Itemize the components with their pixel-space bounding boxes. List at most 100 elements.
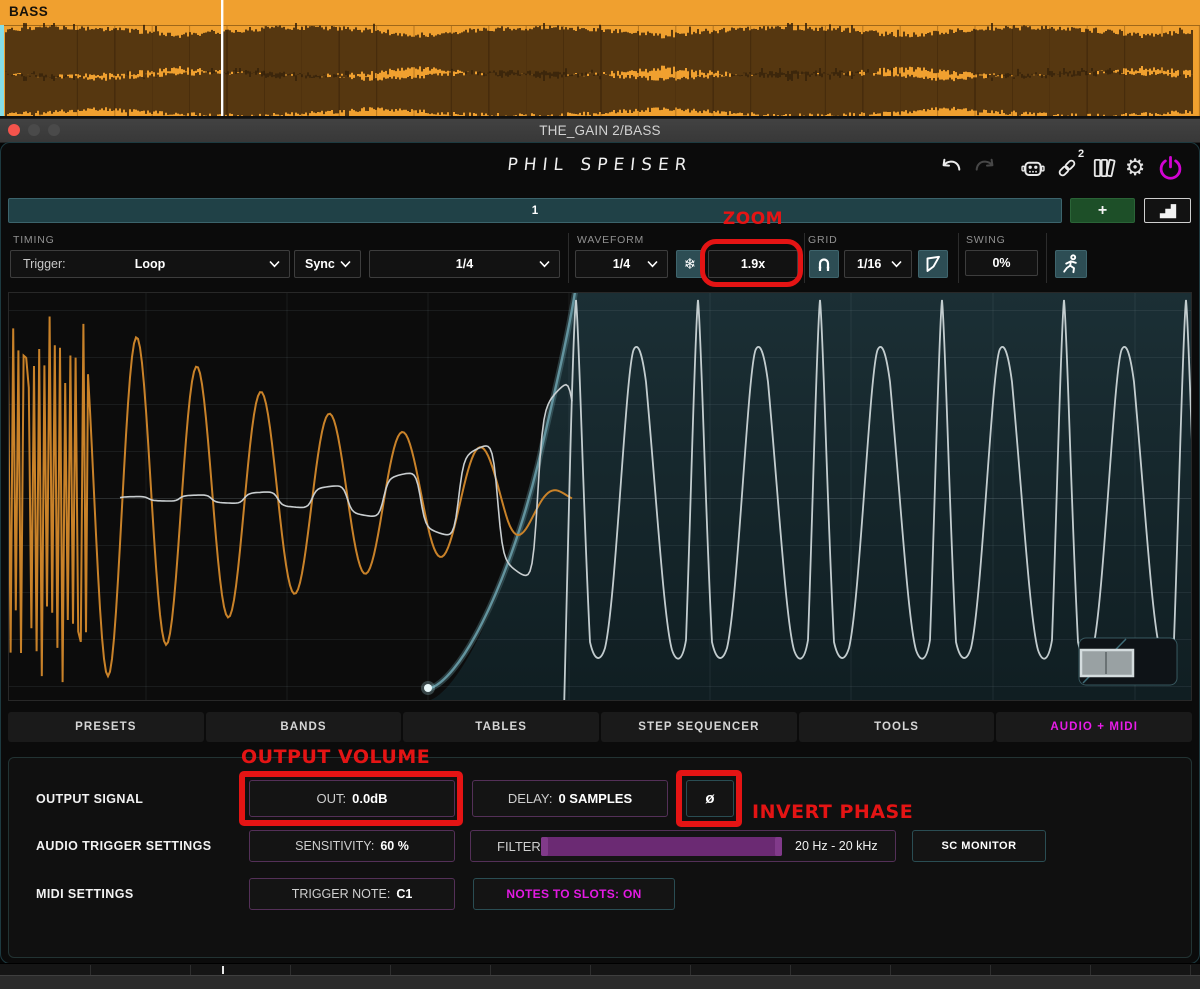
tab-bands[interactable]: BANDS xyxy=(206,712,402,742)
filter-high-handle[interactable] xyxy=(775,837,782,856)
robot-icon xyxy=(1019,154,1047,182)
runner-icon xyxy=(1060,253,1082,275)
trigger-note-box[interactable]: TRIGGER NOTE: C1 xyxy=(249,878,455,910)
add-slot-button[interactable]: + xyxy=(1070,198,1135,223)
timeline-tick xyxy=(90,965,91,975)
sequence-slot-bar[interactable]: 1 xyxy=(8,198,1062,223)
flag-icon xyxy=(923,254,943,274)
chevron-down-icon xyxy=(647,261,658,268)
gear-icon: ⚙ xyxy=(1125,157,1146,180)
chevron-down-icon xyxy=(340,261,351,268)
timing-rate-value: 1/4 xyxy=(456,257,473,271)
waveform-display-canvas xyxy=(8,292,1192,701)
magnet-icon xyxy=(814,254,834,274)
trigger-note-prefix: TRIGGER NOTE: xyxy=(292,887,391,901)
filter-range-slider[interactable] xyxy=(541,837,782,856)
timing-section-label: TIMING xyxy=(13,234,55,246)
manual-button[interactable] xyxy=(1090,154,1118,182)
redo-button[interactable] xyxy=(972,156,998,180)
books-icon xyxy=(1091,155,1117,181)
tab-tables[interactable]: TABLES xyxy=(403,712,599,742)
delay-value: 0 SAMPLES xyxy=(558,791,632,806)
timeline-tick xyxy=(1090,965,1091,975)
daw-audio-clip[interactable]: BASS xyxy=(0,0,1200,118)
chevron-down-icon xyxy=(269,261,280,268)
chevron-down-icon xyxy=(539,261,550,268)
trigger-prefix-label: Trigger: xyxy=(23,257,66,271)
trigger-mode-dropdown[interactable]: Trigger: Loop xyxy=(10,250,290,278)
screenshot-root: BASS THE_GAIN 2/BASS PHIL SPEISER xyxy=(0,0,1200,989)
link-icon xyxy=(1054,156,1080,180)
delay-samples-box[interactable]: DELAY: 0 SAMPLES xyxy=(472,780,668,817)
timeline-tick xyxy=(590,965,591,975)
waveform-display[interactable] xyxy=(8,292,1192,706)
annotation-invert-phase-rect xyxy=(676,770,742,827)
notes-to-slots-toggle[interactable]: NOTES TO SLOTS: ON xyxy=(473,878,675,910)
snap-magnet-button[interactable] xyxy=(809,250,839,278)
marker-flag-button[interactable] xyxy=(918,250,948,278)
sc-monitor-button[interactable]: SC MONITOR xyxy=(912,830,1046,862)
swing-value-box[interactable]: 0% xyxy=(965,250,1038,276)
section-divider xyxy=(958,233,959,283)
sequence-steps-button[interactable] xyxy=(1144,198,1191,223)
daw-bottom-bar xyxy=(0,975,1200,989)
tab-presets[interactable]: PRESETS xyxy=(8,712,204,742)
delay-prefix: DELAY: xyxy=(508,791,553,806)
audio-trigger-settings-label: AUDIO TRIGGER SETTINGS xyxy=(36,839,211,853)
link-button[interactable] xyxy=(1053,156,1081,180)
sc-monitor-label: SC MONITOR xyxy=(941,840,1016,852)
annotation-output-volume-rect xyxy=(239,771,463,826)
timeline-tick xyxy=(290,965,291,975)
timeline-tick xyxy=(190,965,191,975)
grid-rate-dropdown[interactable]: 1/16 xyxy=(844,250,912,278)
grid-rate-value: 1/16 xyxy=(857,257,881,271)
mini-playhead xyxy=(222,966,224,974)
sequence-slot-number: 1 xyxy=(532,205,538,217)
section-divider xyxy=(1046,233,1047,283)
midi-settings-label: MIDI SETTINGS xyxy=(36,887,134,901)
power-button[interactable] xyxy=(1156,153,1184,183)
tab-tools[interactable]: TOOLS xyxy=(799,712,995,742)
macos-titlebar: THE_GAIN 2/BASS xyxy=(0,118,1200,143)
stairs-icon xyxy=(1155,201,1181,221)
waveform-rate-dropdown[interactable]: 1/4 xyxy=(575,250,668,278)
filter-label: FILTER xyxy=(497,839,541,854)
settings-button[interactable]: ⚙ xyxy=(1122,155,1148,181)
redo-icon xyxy=(973,156,997,180)
undo-button[interactable] xyxy=(938,156,964,180)
tab-bar: PRESETS BANDS TABLES STEP SEQUENCER TOOL… xyxy=(8,712,1192,742)
annotation-invert-phase-text: INVERT PHASE xyxy=(752,801,913,823)
section-divider xyxy=(804,233,805,283)
timeline-tick xyxy=(990,965,991,975)
filter-low-handle[interactable] xyxy=(541,837,548,856)
filter-box[interactable]: FILTER 20 Hz - 20 kHz xyxy=(470,830,896,862)
timeline-tick xyxy=(1190,965,1191,975)
assistant-button[interactable] xyxy=(1018,154,1048,182)
brand-logo: PHIL SPEISER xyxy=(439,155,761,175)
track-name-label: BASS xyxy=(9,4,48,19)
waveform-section-label: WAVEFORM xyxy=(577,234,644,246)
swing-value: 0% xyxy=(992,256,1010,270)
timeline-tick xyxy=(490,965,491,975)
sync-mode-dropdown[interactable]: Sync xyxy=(294,250,361,278)
timeline-tick xyxy=(890,965,891,975)
sensitivity-box[interactable]: SENSITIVITY: 60 % xyxy=(249,830,455,862)
tab-step-sequencer[interactable]: STEP SEQUENCER xyxy=(601,712,797,742)
annotation-zoom-text: ZOOM xyxy=(703,209,803,229)
output-signal-label: OUTPUT SIGNAL xyxy=(36,792,143,806)
annotation-zoom-rect xyxy=(700,239,803,287)
trigger-mode-value: Loop xyxy=(135,257,166,271)
tab-audio-midi[interactable]: AUDIO + MIDI xyxy=(996,712,1192,742)
clip-waveform-canvas xyxy=(0,0,1200,118)
humanize-button[interactable] xyxy=(1055,250,1087,278)
snowflake-icon: ❄ xyxy=(684,257,697,272)
grid-section-label: GRID xyxy=(808,234,837,246)
waveform-rate-value: 1/4 xyxy=(613,257,630,271)
timing-rate-dropdown[interactable]: 1/4 xyxy=(369,250,560,278)
section-divider xyxy=(568,233,569,283)
chevron-down-icon xyxy=(891,261,902,268)
annotation-output-volume-text: OUTPUT VOLUME xyxy=(241,746,430,768)
sensitivity-value: 60 % xyxy=(380,839,409,853)
swing-section-label: SWING xyxy=(966,234,1006,246)
undo-icon xyxy=(939,156,963,180)
